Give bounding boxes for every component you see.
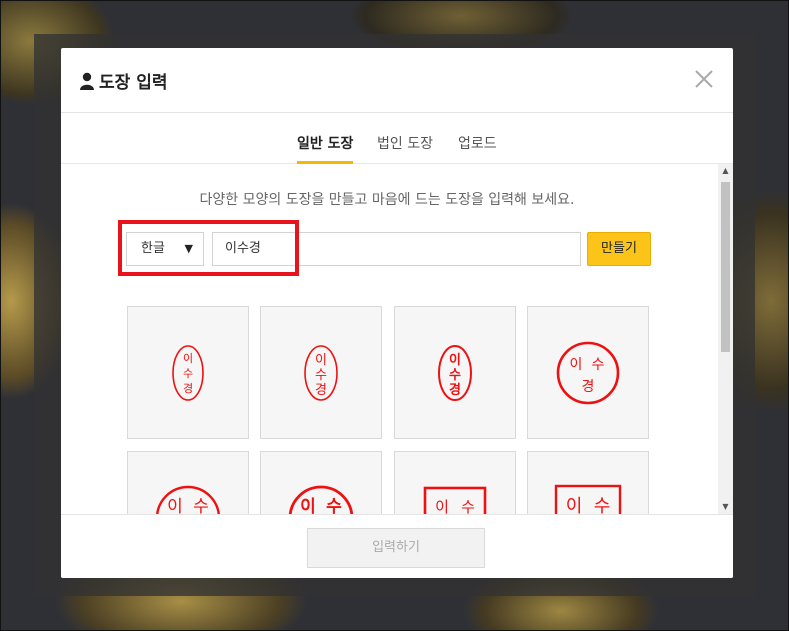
language-select[interactable]: 한글 ▼ — [126, 232, 204, 266]
dialog-body: 다양한 모양의 도장을 만들고 마음에 드는 도장을 입력해 보세요. 한글 ▼… — [61, 164, 733, 514]
scroll-up-icon[interactable]: ▲ — [718, 164, 733, 178]
stamp-oval-bold-icon: 이 수 경 — [438, 345, 472, 401]
stamp-char: 경 — [449, 382, 461, 398]
description-text: 다양한 모양의 도장을 만들고 마음에 드는 도장을 입력해 보세요. — [199, 192, 575, 208]
stamp-option-square-plain[interactable]: 이 수 경 — [527, 451, 649, 514]
language-select-value: 한글 — [141, 241, 165, 256]
stamp-option-oval-plain[interactable]: 이 수 경 — [260, 306, 382, 439]
dialog-title-group: 도장 입력 — [80, 68, 167, 93]
tab-general-stamp[interactable]: 일반 도장 — [297, 133, 354, 164]
stamp-char: 이 — [566, 496, 583, 514]
tab-upload[interactable]: 업로드 — [458, 133, 497, 164]
stamp-square-plain-icon: 이 수 경 — [554, 484, 622, 514]
stamp-char: 수 — [461, 498, 475, 514]
stamp-char: 경 — [582, 379, 595, 395]
dialog-footer: 입력하기 — [61, 514, 733, 578]
stamp-option-circle-seal[interactable]: 이 수 경 — [527, 306, 649, 439]
make-button[interactable]: 만들기 — [587, 232, 651, 266]
stamp-char: 수 — [326, 497, 342, 514]
stamp-option-square-seal[interactable]: 이 수 경 — [394, 451, 516, 514]
submit-button[interactable]: 입력하기 — [307, 528, 485, 568]
stamp-option-circle-bold[interactable]: 이 수 경 — [260, 451, 382, 514]
stamp-type-tabs: 일반 도장 법인 도장 업로드 — [61, 113, 733, 164]
stamp-oval-seal-icon: 이 수 경 — [172, 345, 204, 401]
stamp-char: 이 — [570, 357, 583, 373]
stamp-char: 이 — [300, 497, 316, 514]
stamp-input-dialog: 도장 입력 일반 도장 법인 도장 업로드 다양한 모양의 도장을 만들고 마음… — [61, 48, 733, 578]
dialog-header: 도장 입력 — [61, 48, 733, 113]
close-icon[interactable] — [693, 68, 715, 90]
stamp-option-oval-bold[interactable]: 이 수 경 — [394, 306, 516, 439]
stamp-square-seal-icon: 이 수 경 — [423, 486, 487, 514]
tab-corporate-stamp[interactable]: 법인 도장 — [377, 133, 433, 164]
stamp-char: 수 — [592, 357, 605, 373]
stamp-char: 수 — [315, 368, 327, 383]
stamp-char: 경 — [315, 383, 327, 398]
dropdown-arrow-icon: ▼ — [184, 242, 193, 255]
stamp-char: 이 — [449, 352, 461, 368]
stamp-char: 수 — [183, 367, 193, 380]
name-input[interactable]: 이수경 — [212, 232, 581, 266]
stamp-char: 이 — [167, 497, 183, 514]
stamp-char: 수 — [193, 497, 209, 514]
stamp-char: 이 — [435, 498, 449, 514]
stamp-char: 수 — [449, 368, 461, 383]
stamp-option-circle-plain[interactable]: 이 수 경 — [127, 451, 249, 514]
stamp-char: 수 — [594, 496, 611, 514]
scroll-down-icon[interactable]: ▼ — [718, 500, 733, 514]
stamp-option-oval-seal[interactable]: 이 수 경 — [127, 306, 249, 439]
user-icon — [80, 72, 94, 90]
stamp-circle-seal-icon: 이 수 경 — [556, 341, 620, 405]
stamp-char: 이 — [315, 353, 327, 368]
scrollbar-thumb[interactable] — [721, 182, 730, 352]
stamp-oval-plain-icon: 이 수 경 — [304, 345, 338, 401]
stamp-circle-bold-icon: 이 수 경 — [288, 485, 354, 514]
dialog-title: 도장 입력 — [99, 73, 168, 93]
scrollbar[interactable]: ▲ ▼ — [718, 164, 733, 514]
stamp-char: 경 — [183, 382, 193, 395]
stamp-char: 이 — [183, 352, 193, 365]
stamp-circle-plain-icon: 이 수 경 — [156, 485, 220, 514]
